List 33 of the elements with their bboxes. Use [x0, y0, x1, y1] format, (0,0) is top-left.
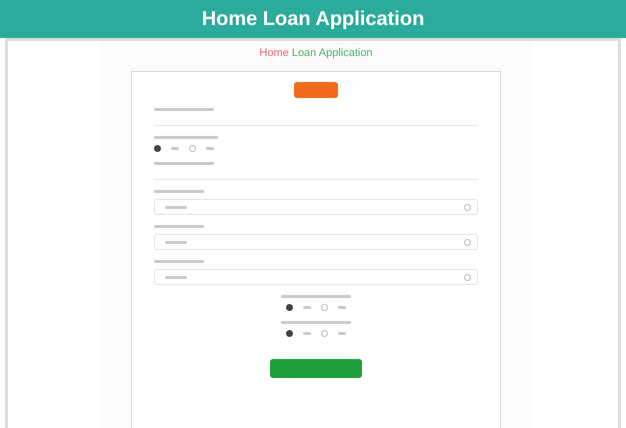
blurred-label: [154, 260, 204, 263]
select-field[interactable]: [154, 234, 478, 250]
blurred-label: [171, 147, 179, 150]
circle-icon: [464, 238, 471, 246]
radio-button[interactable]: [286, 304, 293, 311]
radio-button[interactable]: [154, 145, 161, 152]
blurred-label: [154, 136, 218, 139]
select-field[interactable]: [154, 199, 478, 215]
blurred-label: [303, 332, 311, 335]
form-heading: Home Loan Application: [259, 47, 373, 59]
top-button[interactable]: [294, 82, 338, 98]
blurred-label: [154, 190, 204, 193]
blurred-label: [154, 108, 214, 111]
blurred-label: [206, 147, 214, 150]
blurred-label: [281, 295, 351, 298]
blurred-label: [338, 332, 346, 335]
radio-button[interactable]: [321, 330, 328, 337]
blurred-label: [165, 240, 187, 244]
submit-button[interactable]: [270, 359, 362, 378]
blurred-label: [165, 206, 187, 208]
radio-button[interactable]: [286, 330, 293, 337]
circle-icon: [464, 274, 471, 280]
blurred-label: [154, 225, 204, 228]
page-title: Home Loan Application: [202, 8, 424, 30]
blurred-label: [281, 321, 351, 324]
radio-button[interactable]: [189, 145, 196, 152]
circle-icon: [464, 204, 471, 210]
blurred-label: [154, 162, 214, 165]
blurred-label: [165, 276, 187, 278]
blurred-label: [303, 306, 311, 309]
blurred-label: [338, 306, 346, 309]
radio-button[interactable]: [321, 304, 328, 311]
select-field[interactable]: [154, 269, 478, 285]
